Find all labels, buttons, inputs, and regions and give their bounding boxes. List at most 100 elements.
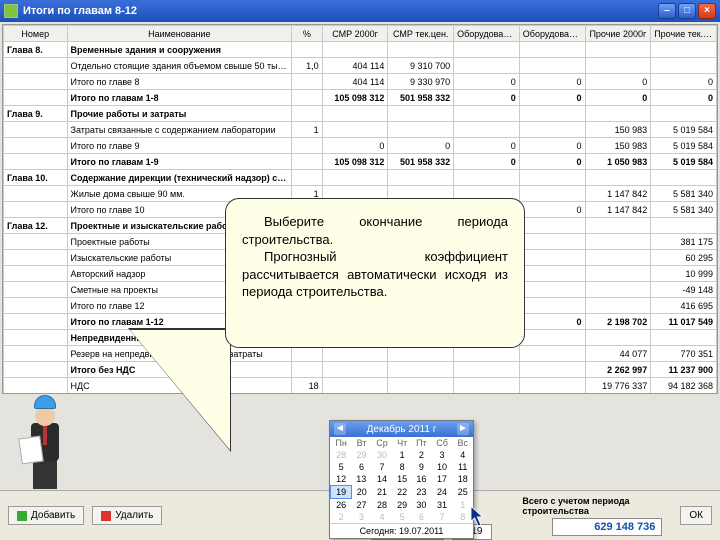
calendar-day[interactable]: 29	[393, 499, 412, 512]
table-cell	[4, 58, 68, 74]
calendar-day[interactable]: 19	[331, 486, 352, 499]
column-header[interactable]: СМР 2000г	[322, 26, 388, 42]
table-row[interactable]: НДС1819 776 33794 182 368	[4, 378, 717, 394]
calendar-day[interactable]: 8	[393, 461, 412, 473]
table-cell: 9 310 700	[388, 58, 454, 74]
calendar-day[interactable]: 20	[352, 486, 372, 499]
calendar-day[interactable]: 29	[352, 449, 372, 461]
table-row[interactable]: Итого без НДС2 262 99711 237 900	[4, 362, 717, 378]
table-cell: 11 017 549	[651, 314, 717, 330]
calendar-day[interactable]: 30	[371, 449, 392, 461]
column-header[interactable]: Оборудование 2000г	[454, 26, 520, 42]
table-cell	[519, 250, 585, 266]
table-row[interactable]: Всего по ССР107 200 278511 997 4990021 9…	[4, 394, 717, 395]
table-cell	[585, 282, 651, 298]
table-cell	[292, 170, 323, 186]
table-cell: 0	[519, 90, 585, 106]
calendar-day[interactable]: 14	[371, 473, 392, 486]
calendar-day[interactable]: 2	[331, 511, 352, 523]
calendar-day[interactable]: 7	[431, 511, 453, 523]
calendar-day[interactable]: 5	[331, 461, 352, 473]
table-cell	[519, 298, 585, 314]
column-header[interactable]: Номер	[4, 26, 68, 42]
maximize-button[interactable]: □	[678, 3, 696, 19]
table-row[interactable]: Глава 8.Временные здания и сооружения	[4, 42, 717, 58]
calendar-day[interactable]: 2	[412, 449, 432, 461]
column-header[interactable]: СМР тек.цен.	[388, 26, 454, 42]
table-row[interactable]: Итого по главе 90000150 9835 019 584	[4, 138, 717, 154]
calendar-day[interactable]: 3	[431, 449, 453, 461]
table-row[interactable]: Итого по главам 1-8105 098 312501 958 33…	[4, 90, 717, 106]
calendar-day[interactable]: 10	[431, 461, 453, 473]
date-picker-popup[interactable]: ◄ Декабрь 2011 г ► ПнВтСрЧтПтСбВс2829301…	[329, 420, 474, 539]
calendar-day[interactable]: 28	[371, 499, 392, 512]
table-cell: 105 420 268	[651, 394, 717, 395]
calendar-day[interactable]: 27	[352, 499, 372, 512]
calendar-day[interactable]: 8	[453, 511, 473, 523]
table-cell	[4, 186, 68, 202]
table-cell	[4, 138, 68, 154]
close-button[interactable]: ×	[698, 3, 716, 19]
delete-button[interactable]: Удалить	[92, 506, 162, 525]
column-header[interactable]: Оборудование тек.цен.	[519, 26, 585, 42]
calendar-day[interactable]: 4	[371, 511, 392, 523]
calendar-day[interactable]: 13	[352, 473, 372, 486]
calendar-day[interactable]: 7	[371, 461, 392, 473]
calendar-day[interactable]: 9	[412, 461, 432, 473]
calendar-day[interactable]: 17	[431, 473, 453, 486]
column-header[interactable]: Наименование	[67, 26, 292, 42]
column-header[interactable]: Прочие тек.цен.	[651, 26, 717, 42]
calendar-day[interactable]: 12	[331, 473, 352, 486]
dow-header: Пн	[331, 437, 352, 449]
table-row[interactable]: Отдельно стоящие здания объемом свыше 50…	[4, 58, 717, 74]
table-cell: Временные здания и сооружения	[67, 42, 292, 58]
calendar-day[interactable]: 26	[331, 499, 352, 512]
calendar-day[interactable]: 28	[331, 449, 352, 461]
calendar-day[interactable]: 22	[393, 486, 412, 499]
calendar-day[interactable]: 21	[371, 486, 392, 499]
minimize-button[interactable]: –	[658, 3, 676, 19]
table-cell	[388, 42, 454, 58]
calendar-day[interactable]: 6	[352, 461, 372, 473]
table-row[interactable]: Глава 9.Прочие работы и затраты	[4, 106, 717, 122]
calendar-day[interactable]: 18	[453, 473, 473, 486]
table-row[interactable]: Затраты связанные с содержанием лаборато…	[4, 122, 717, 138]
table-cell: 150 983	[585, 138, 651, 154]
calendar-day[interactable]: 5	[393, 511, 412, 523]
table-cell: 416 695	[651, 298, 717, 314]
table-row[interactable]: Глава 10.Содержание дирекции (технически…	[4, 170, 717, 186]
datepicker-title[interactable]: Декабрь 2011 г	[367, 424, 437, 435]
calendar-day[interactable]: 24	[431, 486, 453, 499]
table-row[interactable]: Итого по главам 1-9105 098 312501 958 33…	[4, 154, 717, 170]
calendar-day[interactable]: 4	[453, 449, 473, 461]
calendar-day[interactable]: 16	[412, 473, 432, 486]
calendar-day[interactable]: 1	[393, 449, 412, 461]
column-header[interactable]: %	[292, 26, 323, 42]
table-cell	[292, 42, 323, 58]
prev-month-button[interactable]: ◄	[334, 423, 346, 435]
column-header[interactable]: Прочие 2000г	[585, 26, 651, 42]
calendar-day[interactable]: 1	[453, 499, 473, 512]
table-cell	[388, 362, 454, 378]
table-cell	[4, 154, 68, 170]
table-cell: 105 098 312	[322, 154, 388, 170]
next-month-button[interactable]: ►	[457, 423, 469, 435]
today-link[interactable]: Сегодня: 19.07.2011	[330, 523, 473, 538]
add-button[interactable]: Добавить	[8, 506, 84, 525]
table-cell	[292, 394, 323, 395]
table-cell	[4, 314, 68, 330]
calendar-day[interactable]: 11	[453, 461, 473, 473]
table-cell	[454, 42, 520, 58]
calendar-day[interactable]: 3	[352, 511, 372, 523]
table-cell: 0	[585, 74, 651, 90]
calendar-day[interactable]: 25	[453, 486, 473, 499]
ok-button[interactable]: ОК	[680, 506, 712, 525]
calendar-day[interactable]: 6	[412, 511, 432, 523]
calendar-day[interactable]: 15	[393, 473, 412, 486]
table-cell	[322, 362, 388, 378]
calendar-day[interactable]: 23	[412, 486, 432, 499]
table-row[interactable]: Итого по главе 8404 1149 330 9700000	[4, 74, 717, 90]
calendar-day[interactable]: 30	[412, 499, 432, 512]
table-cell	[454, 106, 520, 122]
calendar-day[interactable]: 31	[431, 499, 453, 512]
